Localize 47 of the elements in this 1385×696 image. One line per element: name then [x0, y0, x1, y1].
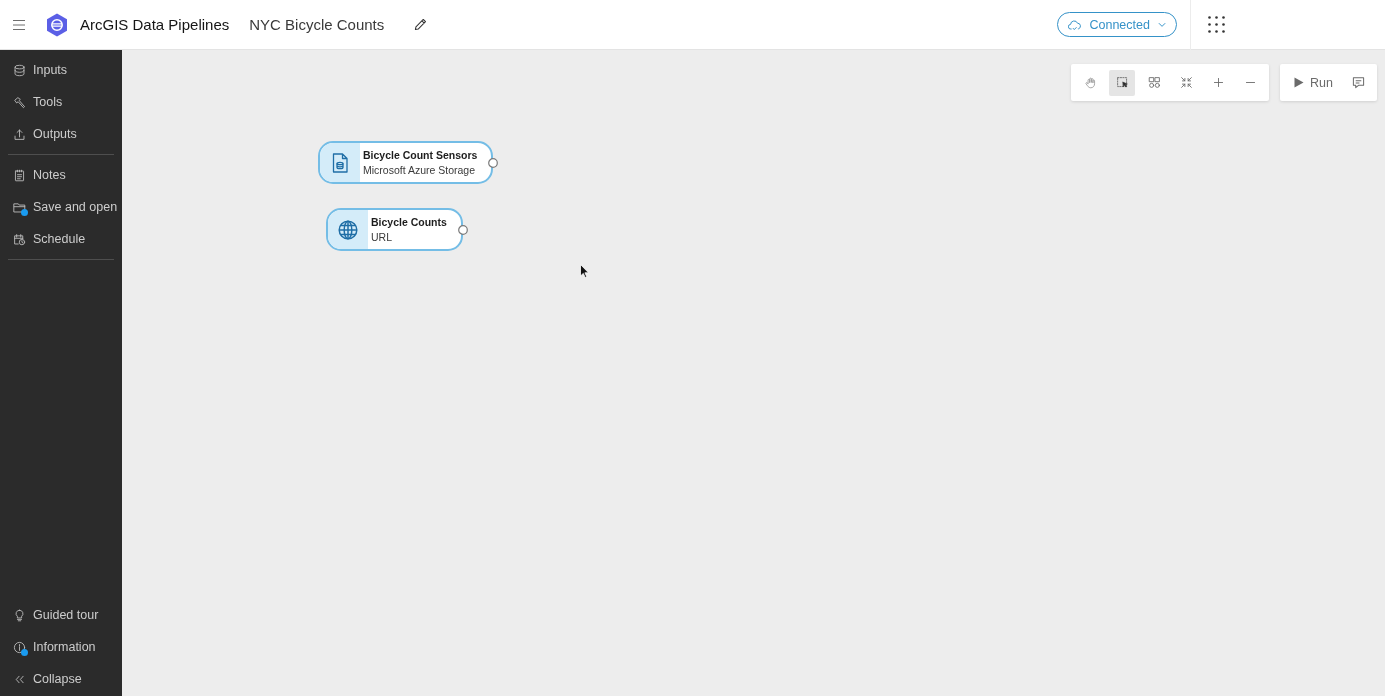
- inward-arrows-icon: [1179, 76, 1193, 89]
- selection-icon: [1115, 76, 1129, 89]
- lightbulb-icon: [13, 608, 26, 622]
- calendar-clock-icon: [13, 232, 26, 246]
- node-subtitle: Microsoft Azure Storage: [363, 164, 477, 176]
- sidebar-item[interactable]: Inputs: [0, 54, 122, 86]
- database-icon: [13, 63, 26, 77]
- pencil-icon: [414, 18, 428, 31]
- app-title: ArcGIS Data Pipelines: [80, 16, 230, 33]
- notepad-icon: [13, 168, 26, 182]
- play-icon: [1294, 77, 1305, 88]
- node-title: Bicycle Count Sensors: [363, 149, 478, 161]
- chevron-down-icon: [1157, 21, 1166, 28]
- output-port-icon[interactable]: [457, 224, 468, 235]
- folder-icon: [13, 200, 26, 214]
- output-port-icon[interactable]: [488, 157, 499, 168]
- sidebar-item[interactable]: Tools: [0, 86, 122, 118]
- source-node[interactable]: Bicycle Count Sensors Microsoft Azure Storage: [318, 141, 494, 184]
- globe-icon: [338, 219, 358, 240]
- app-launcher-button[interactable]: [1208, 16, 1225, 33]
- sidebar-item[interactable]: Outputs: [0, 118, 122, 150]
- node-title: Bicycle Counts: [371, 216, 447, 228]
- sidebar-item[interactable]: Notes: [0, 159, 122, 191]
- comment-icon: [1351, 76, 1365, 89]
- upload-icon: [13, 127, 26, 141]
- source-node[interactable]: Bicycle Counts URL: [326, 208, 463, 251]
- sidebar-item[interactable]: Guided tour: [0, 599, 122, 631]
- run-button[interactable]: Run: [1286, 69, 1339, 96]
- plus-icon: [1211, 76, 1225, 89]
- sidebar-item[interactable]: Information: [0, 631, 122, 663]
- info-icon: [13, 640, 26, 654]
- mouse-pointer-icon: [580, 264, 589, 278]
- hand-icon: [1083, 76, 1097, 89]
- hammer-icon: [13, 95, 26, 109]
- shapes-grid-icon: [1147, 76, 1161, 89]
- menu-icon: [13, 19, 25, 30]
- pipeline-name: NYC Bicycle Counts: [249, 16, 385, 33]
- sidebar-item[interactable]: Save and open: [0, 191, 122, 223]
- apps-grid-icon: [1208, 16, 1225, 33]
- connection-status-button[interactable]: Connected: [1057, 12, 1177, 37]
- cloud-icon: [1068, 18, 1082, 31]
- select-button[interactable]: [1109, 69, 1136, 96]
- node-subtitle: URL: [371, 231, 393, 243]
- sidebar-item[interactable]: Collapse: [0, 663, 122, 695]
- sidebar-item[interactable]: Schedule: [0, 223, 122, 255]
- hexagon-logo-icon: [46, 12, 68, 37]
- file-database-icon: [330, 152, 350, 173]
